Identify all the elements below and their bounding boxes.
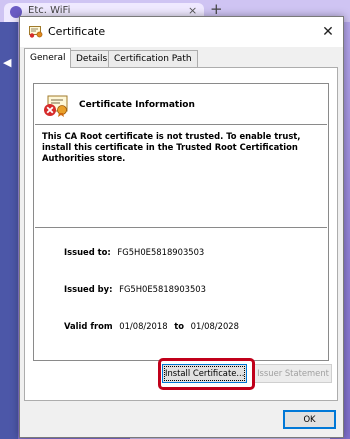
issuer-statement-button: Issuer Statement [254,364,332,383]
valid-to-label: to [174,321,184,331]
general-tab-page: Certificate Information This CA Root cer… [24,67,338,401]
certificate-icon [29,26,43,38]
dialog-title: Certificate [48,25,106,38]
issued-to-row: Issued to: FG5H0E5818903503 [64,247,204,257]
issued-by-label: Issued by: [64,284,113,294]
untrusted-certificate-icon [44,95,68,117]
valid-from-value: 01/08/2018 [119,321,168,331]
info-heading: Certificate Information [79,100,195,110]
divider [35,124,327,125]
tab-certification-path[interactable]: Certification Path [108,50,198,68]
ok-label: OK [284,411,335,428]
issued-by-row: Issued by: FG5H0E5818903503 [64,284,206,294]
valid-from-label: Valid from [64,321,113,331]
browser-tab-title: Etc. WiFi [28,5,71,16]
issued-by-value: FG5H0E5818903503 [119,284,206,294]
back-arrow-icon[interactable]: ◀ [3,56,11,69]
dialog-titlebar[interactable]: Certificate ✕ [20,17,343,47]
issued-to-label: Issued to: [64,247,111,257]
tab-general[interactable]: General [24,48,72,68]
validity-row: Valid from 01/08/2018 to 01/08/2028 [64,321,239,331]
certificate-dialog: Certificate ✕ General Details Certificat… [19,16,344,438]
install-certificate-button[interactable]: Install Certificate... [162,364,247,383]
close-button[interactable]: ✕ [317,21,339,43]
trust-warning-message: This CA Root certificate is not trusted.… [42,131,301,163]
browser-side-strip: ◀ [0,22,18,439]
install-certificate-label: Install Certificate... [164,366,245,381]
valid-to-value: 01/08/2028 [190,321,239,331]
issued-to-value: FG5H0E5818903503 [117,247,205,257]
tab-details[interactable]: Details [70,50,114,68]
certificate-info-box: Certificate Information This CA Root cer… [33,83,329,361]
ok-button[interactable]: OK [283,410,336,429]
divider [35,227,327,228]
